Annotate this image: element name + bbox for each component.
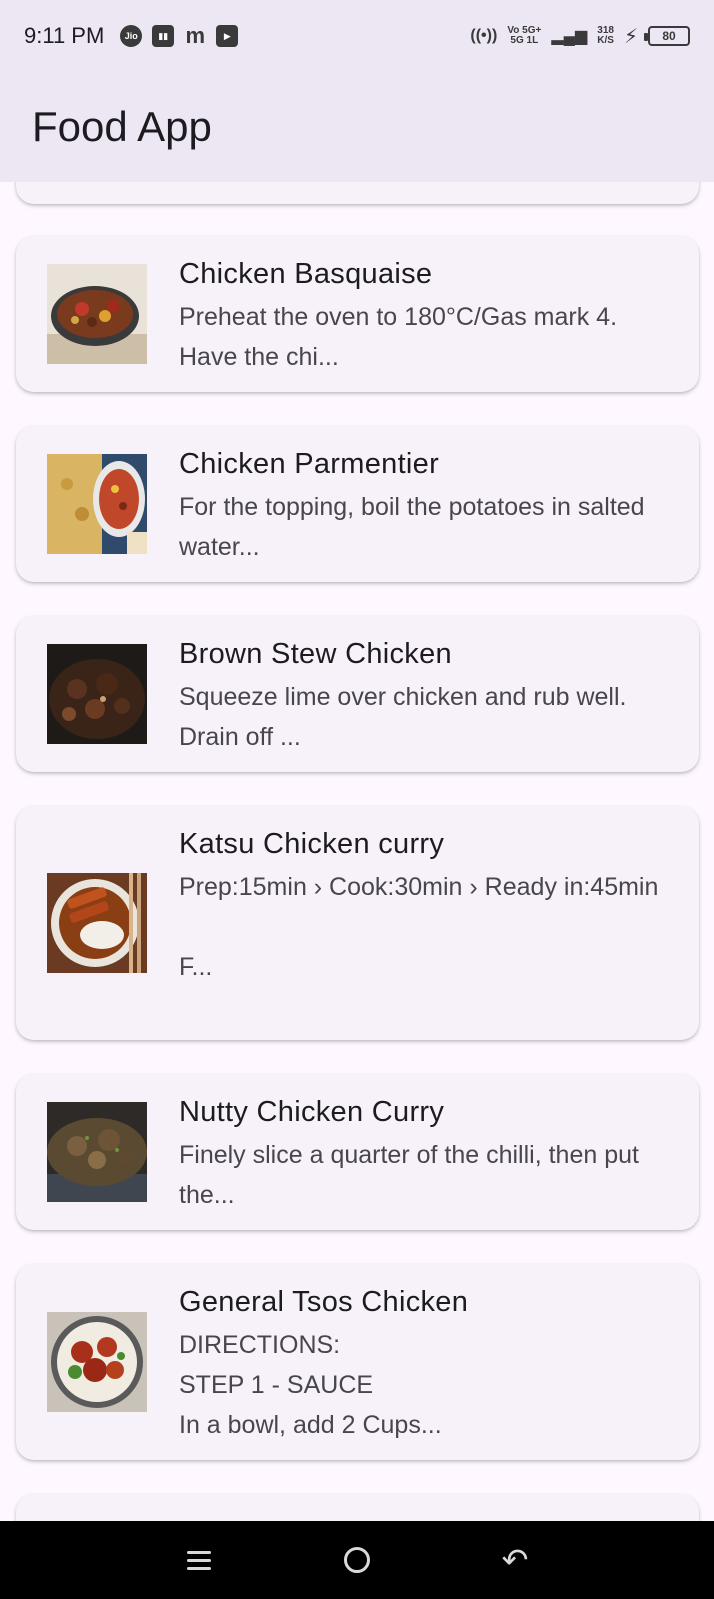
- youtube-icon: ▶: [216, 25, 239, 47]
- recipe-card[interactable]: Chicken Basquaise Preheat the oven to 18…: [16, 236, 699, 392]
- recipe-list[interactable]: Chicken Basquaise Preheat the oven to 18…: [0, 182, 714, 1521]
- battery-icon: 80: [644, 26, 690, 46]
- recipe-description: DIRECTIONS: STEP 1 - SAUCE In a bowl, ad…: [179, 1331, 442, 1439]
- recipe-card[interactable]: Nutty Chicken Curry Finely slice a quart…: [16, 1074, 699, 1230]
- signal-icon: ▂▄▆: [551, 28, 588, 45]
- recipe-description: Prep:15min › Cook:30min › Ready in:45min…: [179, 873, 659, 981]
- data-speed: 318 K/S: [597, 25, 614, 46]
- hotspot-icon: ((•)): [470, 27, 498, 44]
- recipe-description: Preheat the oven to 180°C/Gas mark 4. Ha…: [179, 303, 618, 371]
- recipe-title: General Tsos Chicken: [179, 1286, 469, 1318]
- recipe-title: Nutty Chicken Curry: [179, 1096, 445, 1128]
- m-icon: m: [185, 23, 206, 48]
- chicken-parmentier-photo: [47, 454, 147, 554]
- charging-icon: ⚡: [623, 25, 638, 48]
- recipe-description: Squeeze lime over chicken and rub well. …: [179, 683, 627, 751]
- recipe-card[interactable]: General Tsos Chicken DIRECTIONS: STEP 1 …: [16, 1264, 699, 1460]
- app-bar: Food App: [0, 72, 714, 182]
- recents-icon[interactable]: [169, 1550, 229, 1570]
- network-indicator: Vo 5G+ 5G 1L: [507, 25, 542, 46]
- jio-icon: Jio: [120, 25, 143, 47]
- paytm-icon: ▮▮: [152, 25, 175, 47]
- nutty-chicken-curry-photo: [47, 1102, 147, 1202]
- brown-stew-chicken-photo: [47, 644, 147, 744]
- back-icon[interactable]: ↶: [485, 1541, 545, 1579]
- recipe-title: Brown Stew Chicken: [179, 638, 452, 670]
- recipe-title: Katsu Chicken curry: [179, 828, 445, 860]
- recipe-card-partial[interactable]: [16, 182, 699, 204]
- chicken-basquaise-photo: [47, 264, 147, 364]
- katsu-chicken-curry-photo: [47, 873, 147, 973]
- recipe-description: For the topping, boil the potatoes in sa…: [179, 493, 645, 561]
- recipe-card[interactable]: Brown Stew Chicken Squeeze lime over chi…: [16, 616, 699, 772]
- recipe-title: Chicken Basquaise: [179, 258, 433, 290]
- status-time: 9:11 PM: [24, 23, 105, 48]
- recipe-card[interactable]: Chicken Parmentier For the topping, boil…: [16, 426, 699, 582]
- recipe-card[interactable]: Katsu Chicken curry Prep:15min › Cook:30…: [16, 806, 699, 1040]
- general-tsos-chicken-photo: [47, 1312, 147, 1412]
- home-icon[interactable]: [327, 1547, 387, 1573]
- recipe-card-partial[interactable]: [16, 1494, 699, 1521]
- system-icons: ((•)) Vo 5G+ 5G 1L ▂▄▆ 318 K/S ⚡ 80: [470, 24, 690, 49]
- status-bar: 9:11 PM Jio ▮▮ m ▶ ((•)) Vo 5G+ 5G 1L ▂▄…: [0, 0, 714, 72]
- navigation-bar: ↶: [0, 1521, 714, 1599]
- recipe-description: Finely slice a quarter of the chilli, th…: [179, 1141, 639, 1209]
- recipe-title: Chicken Parmentier: [179, 448, 440, 480]
- notification-icons: Jio ▮▮ m ▶: [120, 23, 239, 48]
- app-title: Food App: [32, 103, 212, 150]
